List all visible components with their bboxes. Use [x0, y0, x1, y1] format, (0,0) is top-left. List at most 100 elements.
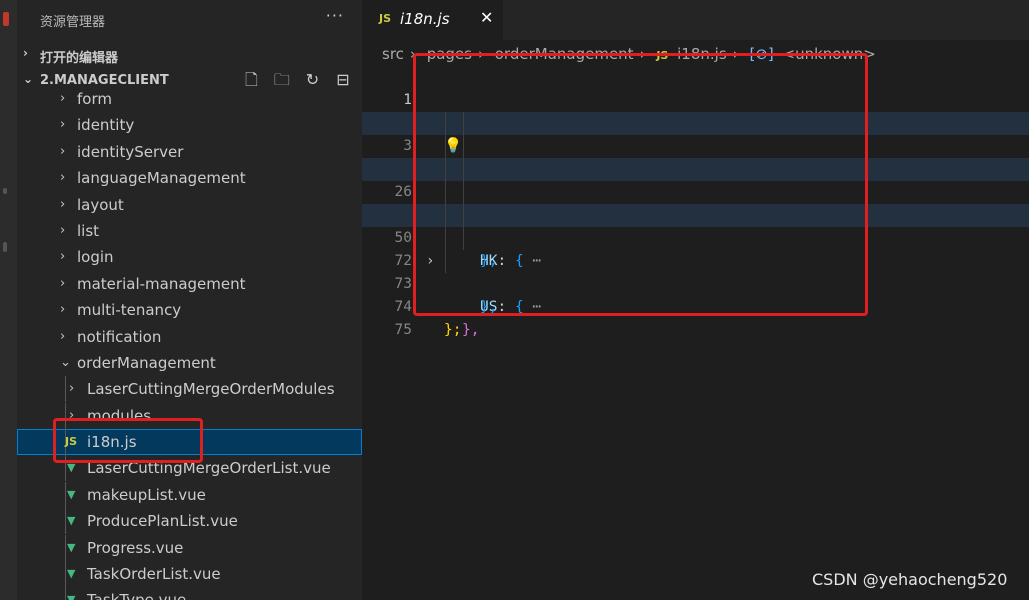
code-editor[interactable]: 1 module.exports = { 2 💡 messages: { 3 ›… — [362, 66, 1029, 338]
tree-item-label: list — [77, 221, 100, 240]
indent-guide — [65, 508, 66, 535]
code-line: 73 }, — [362, 250, 1029, 338]
chevron-right-icon: › — [60, 222, 66, 238]
code-line: 2 💡 messages: { — [362, 89, 1029, 177]
breadcrumb-ordermanagement[interactable]: orderManagement — [495, 45, 634, 63]
chevron-right-icon: › — [69, 381, 75, 397]
tree-folder[interactable]: › identityServer — [17, 139, 362, 165]
tree-item-label: notification — [77, 327, 162, 346]
tree-item-label: languageManagement — [77, 169, 246, 188]
chevron-right-icon: › — [477, 45, 484, 63]
chevron-right-icon: › — [639, 45, 646, 63]
tree-item-label: multi-tenancy — [77, 301, 182, 320]
activity-bar — [0, 0, 17, 600]
chevron-down-icon: ⌄ — [23, 72, 34, 86]
tree-file[interactable]: JS i18n.js — [17, 429, 362, 456]
tree-item-label: form — [77, 90, 112, 108]
tree-item-label: makeupList.vue — [87, 485, 206, 504]
vue-file-icon: ▼ — [67, 461, 76, 475]
tree-folder[interactable]: › login — [17, 244, 362, 270]
close-icon[interactable]: ✕ — [480, 8, 493, 27]
tree-item-label: ProducePlanList.vue — [87, 512, 238, 531]
indent-guide — [65, 561, 66, 588]
activity-debug-icon[interactable] — [3, 188, 7, 194]
activity-extensions-icon[interactable] — [3, 242, 7, 252]
explorer-title: 资源管理器 — [40, 15, 106, 30]
breadcrumb-file[interactable]: i18n.js — [677, 45, 727, 63]
symbol-variable-icon: [⊘] — [749, 45, 774, 63]
tree-item-label: modules — [87, 406, 152, 425]
indent-guide — [65, 587, 66, 600]
more-actions-icon[interactable]: ··· — [326, 6, 344, 25]
code-line: 25 }, — [362, 135, 1029, 223]
chevron-right-icon: › — [23, 46, 28, 60]
open-editors-section[interactable]: › 打开的编辑器 — [17, 43, 362, 66]
tab-bar: JS i18n.js ✕ — [362, 0, 1029, 40]
tree-folder[interactable]: › notification — [17, 324, 362, 350]
tree-folder[interactable]: › form — [17, 86, 362, 112]
indent-guide — [65, 402, 66, 429]
tab-i18n-js[interactable]: JS i18n.js ✕ — [362, 0, 503, 40]
chevron-right-icon: › — [60, 196, 66, 212]
tree-item-label: identityServer — [77, 142, 184, 161]
code-line: 72 }, — [362, 227, 1029, 315]
tree-folder[interactable]: ⌄ orderManagement — [17, 350, 362, 376]
tree-file[interactable]: ▼ makeupList.vue — [17, 481, 362, 508]
tree-item-label: material-management — [77, 274, 246, 293]
tree-item-label: TaskType.vue — [87, 587, 186, 600]
tree-folder[interactable]: › languageManagement — [17, 165, 362, 191]
tree-item-label: login — [77, 248, 114, 267]
tree-file[interactable]: ▼ ProducePlanList.vue — [17, 508, 362, 535]
indent-guide — [65, 376, 66, 403]
explorer-sidebar: 资源管理器 ··· › 打开的编辑器 ⌄ 2.MANAGECLIENT 🗋 🗀 … — [17, 0, 362, 600]
vue-file-icon: ▼ — [67, 487, 76, 501]
tree-file[interactable]: ▼ Progress.vue — [17, 534, 362, 561]
breadcrumb-symbol[interactable]: <unknown> — [783, 45, 876, 63]
code-line: 74 }; — [362, 273, 1029, 338]
breadcrumb: src › pages › orderManagement › JS i18n.js ›… — [382, 45, 880, 63]
tree-item-label: LaserCuttingMergeOrderList.vue — [87, 459, 331, 478]
js-file-icon: JS — [379, 12, 392, 25]
tree-folder[interactable]: › modules — [17, 402, 362, 429]
code-line: 75 — [362, 296, 1029, 338]
chevron-right-icon: › — [60, 170, 66, 186]
indent-guide — [65, 534, 66, 561]
tree-folder[interactable]: › identity — [17, 112, 362, 138]
chevron-right-icon: › — [60, 328, 66, 344]
tree-folder[interactable]: › list — [17, 218, 362, 244]
vue-file-icon: ▼ — [67, 540, 76, 554]
breadcrumb-src[interactable]: src — [382, 45, 404, 63]
chevron-right-icon: › — [409, 45, 416, 63]
chevron-right-icon: › — [60, 117, 66, 133]
code-line: 3 › CN: { ⋯ — [362, 112, 1029, 223]
chevron-right-icon: › — [60, 302, 66, 318]
chevron-right-icon: › — [60, 91, 66, 106]
chevron-right-icon: › — [60, 275, 66, 291]
js-file-icon: JS — [656, 49, 669, 62]
tab-label: i18n.js — [400, 10, 450, 28]
watermark: CSDN @yehaocheng520 — [812, 570, 1008, 589]
tree-folder[interactable]: › multi-tenancy — [17, 297, 362, 323]
tree-file[interactable]: ▼ TaskOrderList.vue — [17, 561, 362, 588]
indent-guide — [65, 455, 66, 482]
breadcrumb-pages[interactable]: pages — [427, 45, 472, 63]
code-line: 26 › HK: { ⋯ — [362, 158, 1029, 269]
tree-item-label: TaskOrderList.vue — [87, 565, 221, 584]
tree-file[interactable]: ▼ TaskType.vue — [17, 587, 362, 600]
line-number: 75 — [394, 322, 412, 338]
chevron-right-icon: › — [60, 143, 66, 159]
tree-folder[interactable]: › material-management — [17, 271, 362, 297]
tree-file[interactable]: ▼ LaserCuttingMergeOrderList.vue — [17, 455, 362, 482]
activity-explorer-icon[interactable] — [3, 12, 9, 26]
tree-item-label: i18n.js — [87, 433, 137, 452]
chevron-right-icon: › — [69, 407, 75, 423]
chevron-right-icon: › — [732, 45, 739, 63]
chevron-right-icon: › — [60, 249, 66, 265]
code-token: }, — [462, 322, 480, 338]
code-line: 1 module.exports = { — [362, 66, 1029, 131]
vue-file-icon: ▼ — [67, 514, 76, 528]
tree-item-label: orderManagement — [77, 353, 216, 372]
code-line: 50 › US: { ⋯ — [362, 204, 1029, 315]
tree-folder[interactable]: › LaserCuttingMergeOrderModules — [17, 376, 362, 403]
tree-folder[interactable]: › layout — [17, 192, 362, 218]
